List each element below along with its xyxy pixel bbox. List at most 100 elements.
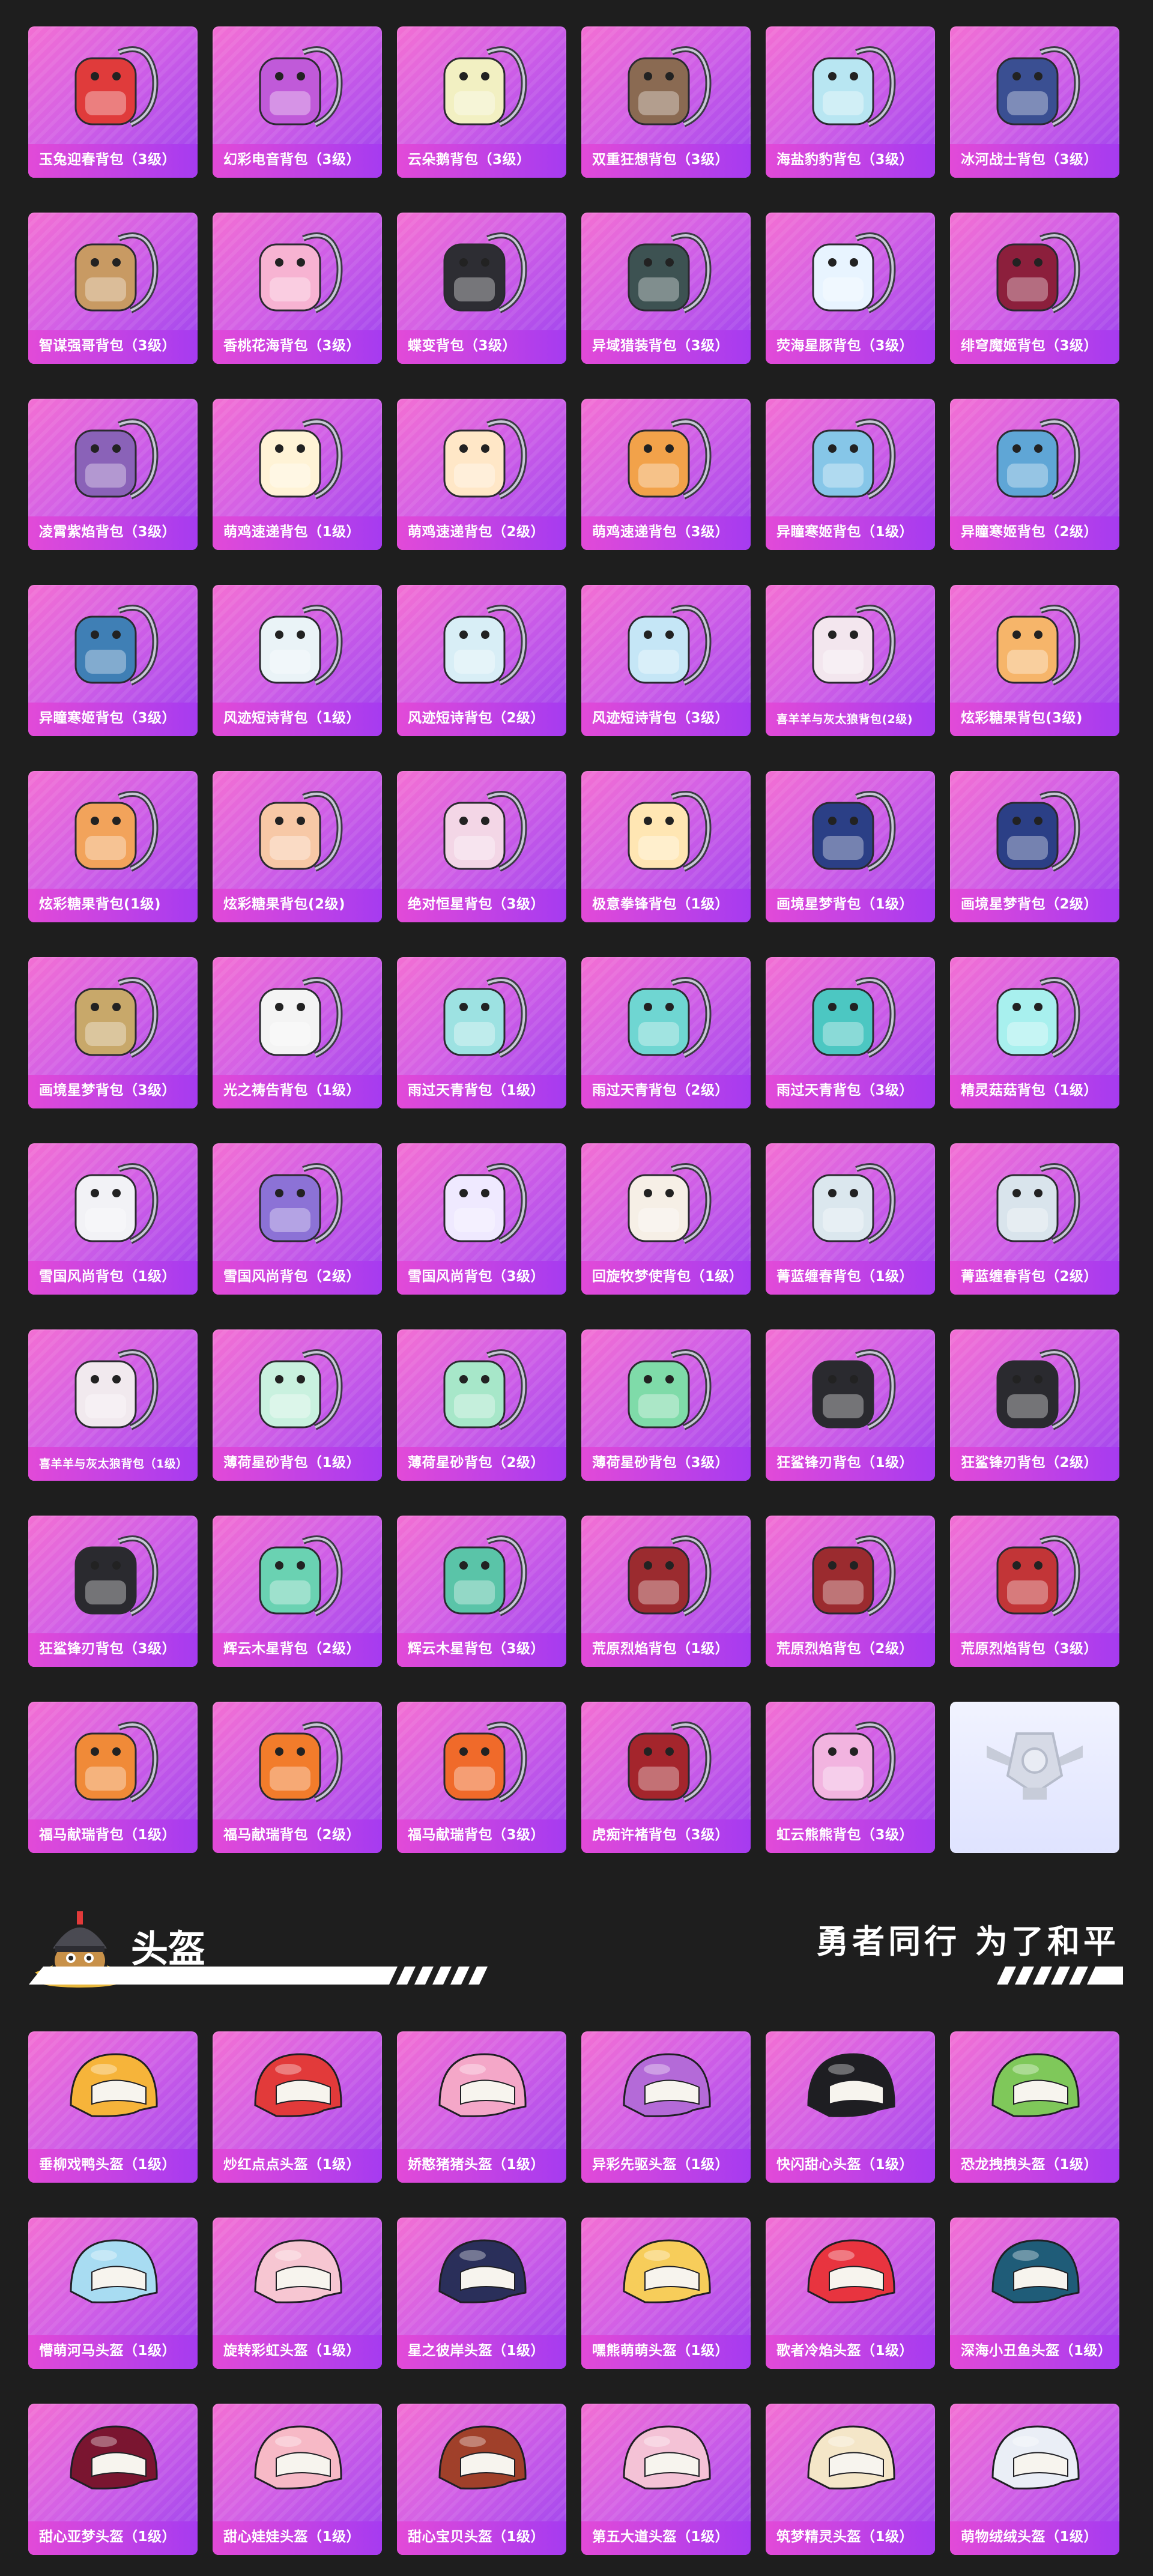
emblem-icon xyxy=(987,1732,1083,1800)
backpack-art xyxy=(28,1516,198,1633)
backpack-card[interactable]: 异瞳寒姬背包（3级） xyxy=(28,585,198,736)
helmet-card[interactable]: 萌物绒绒头盔（1级） xyxy=(950,2404,1119,2555)
backpack-card[interactable]: 萌鸡速递背包（1级） xyxy=(213,399,382,550)
backpack-card[interactable]: 雨过天青背包（2级） xyxy=(581,957,751,1108)
helmet-card[interactable]: 垂柳戏鸭头盔（1级） xyxy=(28,2031,198,2183)
backpack-label: 菁蓝缠春背包（1级） xyxy=(776,1269,914,1284)
backpack-card[interactable]: 辉云木星背包（3级） xyxy=(397,1516,566,1667)
backpack-card[interactable]: 香桃花海背包（3级） xyxy=(213,213,382,364)
backpack-card[interactable]: 风迹短诗背包（3级） xyxy=(581,585,751,736)
helmet-card[interactable]: 歌者冷焰头盔（1级） xyxy=(766,2218,935,2369)
helmet-card[interactable]: 嘿熊萌萌头盔（1级） xyxy=(581,2218,751,2369)
backpack-card[interactable]: 雨过天青背包（3级） xyxy=(766,957,935,1108)
backpack-card[interactable]: 风迹短诗背包（1级） xyxy=(213,585,382,736)
placeholder-card[interactable] xyxy=(950,1702,1119,1853)
backpack-card[interactable]: 荒原烈焰背包（2级） xyxy=(766,1516,935,1667)
backpack-art xyxy=(766,1143,935,1261)
slogan-text: 勇者同行 为了和平 xyxy=(816,1923,1119,1961)
helmet-card[interactable]: 第五大道头盔（1级） xyxy=(581,2404,751,2555)
backpack-card[interactable]: 薄荷星砂背包（2级） xyxy=(397,1329,566,1481)
backpack-card[interactable]: 福马献瑞背包（2级） xyxy=(213,1702,382,1853)
helmet-card[interactable]: 快闪甜心头盔（1级） xyxy=(766,2031,935,2183)
backpack-card[interactable]: 异域猎装背包（3级） xyxy=(581,213,751,364)
backpack-card[interactable]: 冰河战士背包（3级） xyxy=(950,26,1119,178)
backpack-label: 雨过天青背包（2级） xyxy=(592,1083,730,1098)
backpack-label: 福马献瑞背包（3级） xyxy=(408,1827,545,1843)
backpack-card[interactable]: 喜羊羊与灰太狼背包（1级） xyxy=(28,1329,198,1481)
backpack-card[interactable]: 风迹短诗背包（2级） xyxy=(397,585,566,736)
backpack-card[interactable]: 蝶变背包（3级） xyxy=(397,213,566,364)
backpack-art xyxy=(28,771,198,889)
backpack-card[interactable]: 喜羊羊与灰太狼背包(2级) xyxy=(766,585,935,736)
backpack-card[interactable]: 画境星梦背包（3级） xyxy=(28,957,198,1108)
backpack-art-icon xyxy=(996,977,1080,1058)
backpack-card[interactable]: 凌霄紫焰背包（3级） xyxy=(28,399,198,550)
backpack-card[interactable]: 画境星梦背包（1级） xyxy=(766,771,935,922)
backpack-card[interactable]: 绯穹魔姬背包（3级） xyxy=(950,213,1119,364)
backpack-card[interactable]: 精灵菇菇背包（1级） xyxy=(950,957,1119,1108)
helmet-card[interactable]: 懵萌河马头盔（1级） xyxy=(28,2218,198,2369)
helmet-card[interactable]: 炒红点点头盔（1级） xyxy=(213,2031,382,2183)
backpack-card[interactable]: 萌鸡速递背包（3级） xyxy=(581,399,751,550)
backpack-card[interactable]: 双重狂想背包（3级） xyxy=(581,26,751,178)
backpack-card[interactable]: 虎痴许褚背包（3级） xyxy=(581,1702,751,1853)
backpack-card[interactable]: 回旋牧梦使背包（1级） xyxy=(581,1143,751,1295)
helmet-card[interactable]: 恐龙拽拽头盔（1级） xyxy=(950,2031,1119,2183)
backpack-label: 炫彩糖果背包(1级) xyxy=(39,896,162,912)
backpack-card[interactable]: 异瞳寒姬背包（2级） xyxy=(950,399,1119,550)
helmet-card[interactable]: 筑梦精灵头盔（1级） xyxy=(766,2404,935,2555)
backpack-card[interactable]: 云朵鹅背包（3级） xyxy=(397,26,566,178)
backpack-card[interactable]: 幻彩电音背包（3级） xyxy=(213,26,382,178)
backpack-card[interactable]: 荒原烈焰背包（1级） xyxy=(581,1516,751,1667)
backpack-art-icon xyxy=(259,419,343,500)
backpack-card[interactable]: 薄荷星砂背包（1级） xyxy=(213,1329,382,1481)
backpack-art xyxy=(397,1143,566,1261)
backpack-card[interactable]: 荧海星豚背包（3级） xyxy=(766,213,935,364)
helmet-card[interactable]: 甜心亚梦头盔（1级） xyxy=(28,2404,198,2555)
helmet-card[interactable]: 甜心娃娃头盔（1级） xyxy=(213,2404,382,2555)
backpack-card[interactable]: 雪国风尚背包（1级） xyxy=(28,1143,198,1295)
backpack-card[interactable]: 炫彩糖果背包(1级) xyxy=(28,771,198,922)
helmet-art-icon xyxy=(254,2053,342,2117)
backpack-card[interactable]: 极意拳锋背包（1级） xyxy=(581,771,751,922)
backpack-card[interactable]: 萌鸡速递背包（2级） xyxy=(397,399,566,550)
helmet-card[interactable]: 星之彼岸头盔（1级） xyxy=(397,2218,566,2369)
backpack-card[interactable]: 福马献瑞背包（1级） xyxy=(28,1702,198,1853)
backpack-card[interactable]: 薄荷星砂背包（3级） xyxy=(581,1329,751,1481)
backpack-card[interactable]: 智谋强哥背包（3级） xyxy=(28,213,198,364)
backpack-card[interactable]: 雨过天青背包（1级） xyxy=(397,957,566,1108)
backpack-card[interactable]: 海盐豹豹背包（3级） xyxy=(766,26,935,178)
backpack-card[interactable]: 雪国风尚背包（3级） xyxy=(397,1143,566,1295)
helmet-card[interactable]: 深海小丑鱼头盔（1级） xyxy=(950,2218,1119,2369)
backpack-card[interactable]: 雪国风尚背包（2级） xyxy=(213,1143,382,1295)
helmet-card[interactable]: 旋转彩虹头盔（1级） xyxy=(213,2218,382,2369)
helmet-label: 懵萌河马头盔（1级） xyxy=(39,2343,177,2359)
backpack-card[interactable]: 荒原烈焰背包（3级） xyxy=(950,1516,1119,1667)
backpack-art xyxy=(581,1516,751,1633)
backpack-card[interactable]: 炫彩糖果背包(3级) xyxy=(950,585,1119,736)
backpack-card[interactable]: 辉云木星背包（2级） xyxy=(213,1516,382,1667)
backpack-art xyxy=(28,1329,198,1447)
backpack-card[interactable]: 菁蓝缠春背包（2级） xyxy=(950,1143,1119,1295)
helmet-card[interactable]: 娇憨猪猪头盔（1级） xyxy=(397,2031,566,2183)
backpack-art xyxy=(581,957,751,1075)
backpack-card[interactable]: 光之祷告背包（1级） xyxy=(213,957,382,1108)
backpack-card[interactable]: 狂鲨锋刃背包（2级） xyxy=(950,1329,1119,1481)
backpack-card[interactable]: 福马献瑞背包（3级） xyxy=(397,1702,566,1853)
backpack-card[interactable]: 狂鲨锋刃背包（1级） xyxy=(766,1329,935,1481)
backpack-card[interactable]: 虹云熊熊背包（3级） xyxy=(766,1702,935,1853)
backpack-card[interactable]: 炫彩糖果背包(2级) xyxy=(213,771,382,922)
backpack-card[interactable]: 绝对恒星背包（3级） xyxy=(397,771,566,922)
backpack-art xyxy=(28,957,198,1075)
helmet-art-icon xyxy=(623,2239,711,2303)
backpack-label: 薄荷星砂背包（2级） xyxy=(408,1455,545,1471)
backpack-card[interactable]: 玉兔迎春背包（3级） xyxy=(28,26,198,178)
backpack-card[interactable]: 异瞳寒姬背包（1级） xyxy=(766,399,935,550)
helmet-card[interactable]: 异彩先驱头盔（1级） xyxy=(581,2031,751,2183)
backpack-card[interactable]: 狂鲨锋刃背包（3级） xyxy=(28,1516,198,1667)
backpack-card[interactable]: 菁蓝缠春背包（1级） xyxy=(766,1143,935,1295)
backpack-art-icon xyxy=(259,1535,343,1616)
backpack-card[interactable]: 画境星梦背包（2级） xyxy=(950,771,1119,922)
helmet-art-icon xyxy=(70,2425,158,2490)
helmet-card[interactable]: 甜心宝贝头盔（1级） xyxy=(397,2404,566,2555)
